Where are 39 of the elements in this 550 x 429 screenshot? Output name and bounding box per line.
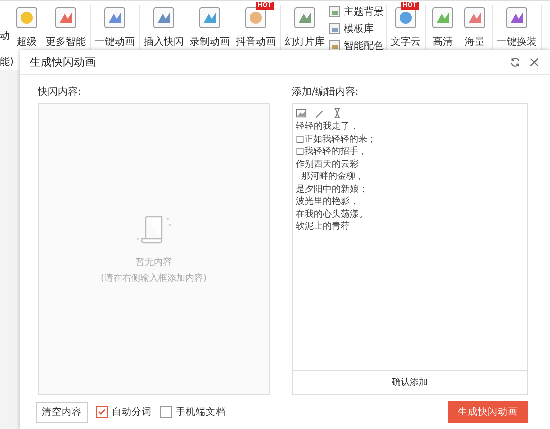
- ribbon-icon: [504, 5, 530, 31]
- ribbon-icon: [102, 5, 128, 31]
- checkbox[interactable]: [96, 406, 108, 418]
- text-line: 那河畔的金柳，: [300, 171, 366, 184]
- pen-icon[interactable]: [314, 108, 325, 119]
- ribbon-label: 动: [0, 30, 10, 44]
- ribbon-icon: [14, 5, 40, 31]
- hourglass-icon[interactable]: [332, 108, 343, 119]
- panel-label: 添加/编辑内容:: [292, 86, 360, 99]
- checkbox-label: 自动分词: [112, 406, 152, 418]
- empty-title: 暂无内容: [136, 256, 172, 269]
- text-line: 软泥上的青荇: [296, 221, 351, 234]
- ribbon-icon: [151, 5, 177, 31]
- empty-hint: (请在右侧输入框添加内容): [100, 272, 208, 285]
- ribbon-button[interactable]: 主题背景: [329, 5, 384, 19]
- text-line: □正如我轻轻的来；: [296, 134, 378, 146]
- text-line: □我轻轻的招手，: [296, 146, 369, 158]
- checkbox-label: 手机端文档: [176, 406, 226, 418]
- close-icon[interactable]: [529, 56, 540, 68]
- ribbon-icon: [53, 5, 79, 31]
- image-icon[interactable]: [296, 108, 307, 119]
- ribbon-button[interactable]: 模板库: [329, 22, 384, 36]
- panel-label: 快闪内容:: [38, 86, 82, 99]
- ribbon-icon: [462, 5, 488, 31]
- text-line: 轻轻的我走了，: [296, 121, 360, 134]
- ribbon-icon: [430, 5, 456, 31]
- refresh-icon[interactable]: [510, 56, 521, 68]
- text-editor[interactable]: 轻轻的我走了， □正如我轻轻的来； □我轻轻的招手， 作别西天的云彩 那河畔的金柳， 是夕阳中的新娘； 波光里的艳影， 在我的心头荡漾。 软泥上的青荇: [293, 121, 527, 370]
- text-line: 作别西天的云彩: [296, 158, 360, 171]
- ribbon-icon: [292, 5, 318, 31]
- ribbon-icon: [197, 5, 223, 31]
- text-line: 在我的心头荡漾。: [296, 208, 369, 221]
- text-line: 是夕阳中的新娘；: [296, 184, 369, 196]
- text-line: 波光里的艳影，: [296, 196, 360, 208]
- clear-button[interactable]: 清空内容: [36, 402, 88, 422]
- generate-button[interactable]: 生成快闪动画: [448, 401, 528, 423]
- ribbon-icon: [329, 6, 341, 18]
- checkbox[interactable]: [160, 406, 172, 418]
- ribbon-icon: [329, 23, 341, 35]
